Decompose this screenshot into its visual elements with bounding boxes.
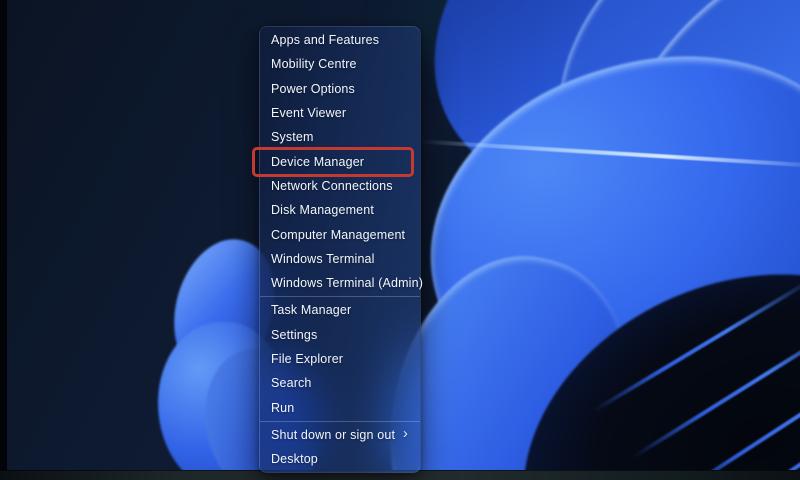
menu-item-label: Mobility Centre xyxy=(271,57,357,71)
menu-item-label: Computer Management xyxy=(271,228,405,242)
menu-item-task-manager[interactable]: Task Manager xyxy=(260,298,420,322)
menu-item-label: Settings xyxy=(271,328,317,342)
menu-item-windows-terminal-admin[interactable]: Windows Terminal (Admin) xyxy=(260,271,420,295)
screen-left-edge xyxy=(0,0,7,480)
menu-item-label: Network Connections xyxy=(271,179,393,193)
menu-item-label: Apps and Features xyxy=(271,33,379,47)
menu-item-settings[interactable]: Settings xyxy=(260,323,420,347)
menu-item-windows-terminal[interactable]: Windows Terminal xyxy=(260,247,420,271)
menu-item-label: Desktop xyxy=(271,452,318,466)
menu-item-event-viewer[interactable]: Event Viewer xyxy=(260,101,420,125)
menu-item-shut-down-or-sign-out[interactable]: Shut down or sign out › xyxy=(260,423,420,447)
menu-item-label: Search xyxy=(271,376,312,390)
menu-item-file-explorer[interactable]: File Explorer xyxy=(260,347,420,371)
menu-item-label: Windows Terminal (Admin) xyxy=(271,276,423,290)
menu-item-network-connections[interactable]: Network Connections xyxy=(260,174,420,198)
menu-item-label: Shut down or sign out xyxy=(271,428,395,442)
menu-item-search[interactable]: Search xyxy=(260,371,420,395)
menu-item-computer-management[interactable]: Computer Management xyxy=(260,222,420,246)
submenu-chevron-icon: › xyxy=(403,426,408,441)
menu-separator xyxy=(260,421,420,422)
menu-item-mobility-centre[interactable]: Mobility Centre xyxy=(260,52,420,76)
menu-item-disk-management[interactable]: Disk Management xyxy=(260,198,420,222)
menu-item-label: Task Manager xyxy=(271,303,351,317)
menu-item-system[interactable]: System xyxy=(260,125,420,149)
menu-item-label: File Explorer xyxy=(271,352,343,366)
menu-item-power-options[interactable]: Power Options xyxy=(260,77,420,101)
menu-item-label: Power Options xyxy=(271,82,355,96)
menu-item-label: System xyxy=(271,130,314,144)
menu-item-device-manager[interactable]: Device Manager xyxy=(260,149,420,173)
menu-item-label: Device Manager xyxy=(271,155,364,169)
menu-item-label: Event Viewer xyxy=(271,106,346,120)
menu-item-apps-and-features[interactable]: Apps and Features xyxy=(260,28,420,52)
menu-item-desktop[interactable]: Desktop xyxy=(260,447,420,471)
winx-context-menu: Apps and Features Mobility Centre Power Op… xyxy=(259,26,421,473)
menu-item-label: Disk Management xyxy=(271,203,374,217)
menu-item-label: Windows Terminal xyxy=(271,252,375,266)
menu-item-run[interactable]: Run xyxy=(260,395,420,419)
menu-separator xyxy=(260,296,420,297)
menu-item-label: Run xyxy=(271,401,294,415)
